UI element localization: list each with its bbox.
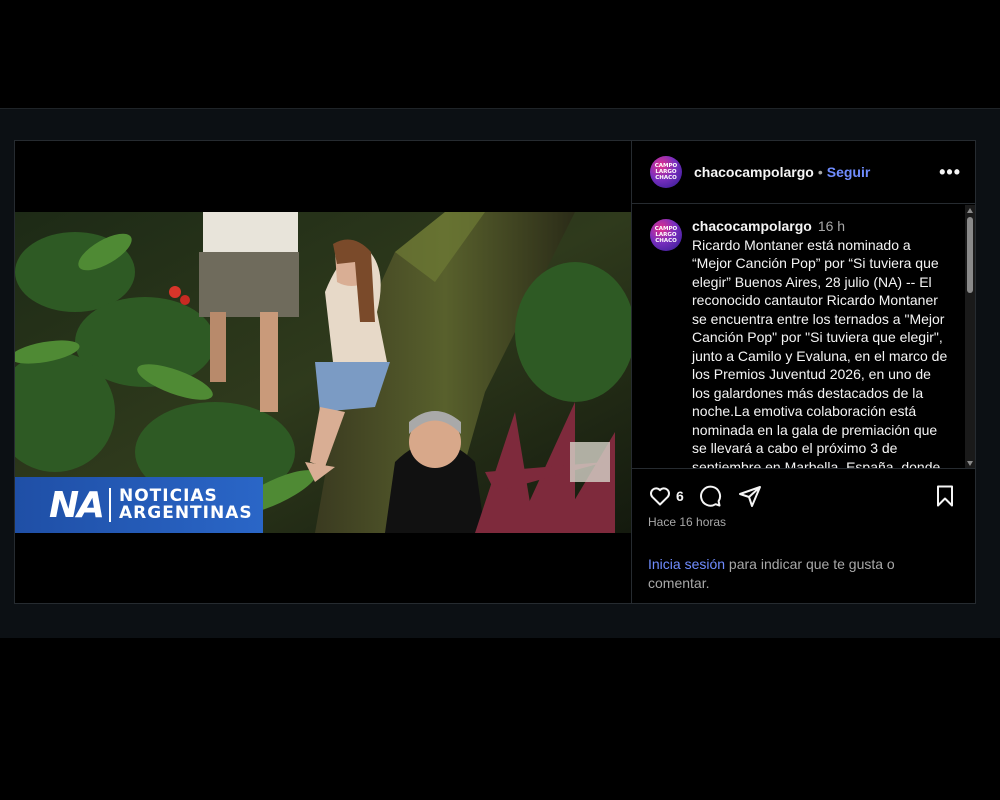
bookmark-icon[interactable]	[933, 484, 957, 508]
post-actions: 6	[632, 481, 975, 511]
comment-time[interactable]: 16 h	[818, 218, 845, 234]
heart-icon[interactable]	[648, 484, 672, 508]
scroll-thumb[interactable]	[967, 217, 973, 293]
comment-avatar[interactable]: CAMPO LARGO CHACO	[650, 219, 682, 251]
login-prompt: Inicia sesión para indicar que te gusta …	[648, 555, 948, 593]
scroll-down-arrow-icon[interactable]	[967, 461, 973, 466]
post-header: CAMPO LARGO CHACO chacocampolargo • Segu…	[632, 141, 975, 204]
more-options-icon[interactable]: •••	[939, 162, 961, 183]
comments-scrollbar[interactable]	[965, 205, 975, 468]
comments-panel[interactable]: CAMPO LARGO CHACO chacocampolargo 16 h Ri…	[632, 205, 975, 469]
avatar[interactable]: CAMPO LARGO CHACO	[650, 156, 682, 188]
banner-divider	[109, 488, 111, 522]
post-photo: NA NOTICIAS ARGENTINAS	[15, 212, 631, 533]
banner-line-2: ARGENTINAS	[119, 503, 253, 523]
post-media[interactable]: NA NOTICIAS ARGENTINAS	[15, 141, 631, 603]
post-time-ago[interactable]: Hace 16 horas	[648, 515, 726, 529]
avatar-text: CAMPO LARGO CHACO	[654, 163, 678, 181]
comment-icon[interactable]	[698, 484, 722, 508]
na-logo: NA	[49, 484, 105, 526]
follow-button[interactable]: Seguir	[827, 164, 871, 180]
scroll-up-arrow-icon[interactable]	[967, 208, 973, 213]
banner-text: NOTICIAS ARGENTINAS	[119, 488, 253, 522]
post-sidebar: CAMPO LARGO CHACO chacocampolargo • Segu…	[631, 141, 975, 603]
post-card: NA NOTICIAS ARGENTINAS CAMPO LARGO CHACO…	[14, 140, 976, 604]
comment-body: chacocampolargo 16 h Ricardo Montaner est…	[692, 217, 950, 469]
comment-text: Ricardo Montaner está nominado a “Mejor …	[692, 236, 948, 469]
share-icon[interactable]	[738, 484, 762, 508]
caption-comment: CAMPO LARGO CHACO chacocampolargo 16 h Ri…	[632, 205, 975, 469]
comment-avatar-text: CAMPO LARGO CHACO	[654, 226, 678, 244]
header-username[interactable]: chacocampolargo	[694, 164, 814, 180]
separator-dot: •	[817, 164, 823, 180]
noticias-argentinas-banner: NA NOTICIAS ARGENTINAS	[15, 477, 263, 533]
login-link[interactable]: Inicia sesión	[648, 556, 725, 572]
like-count[interactable]: 6	[676, 488, 684, 504]
comment-username[interactable]: chacocampolargo	[692, 218, 812, 234]
